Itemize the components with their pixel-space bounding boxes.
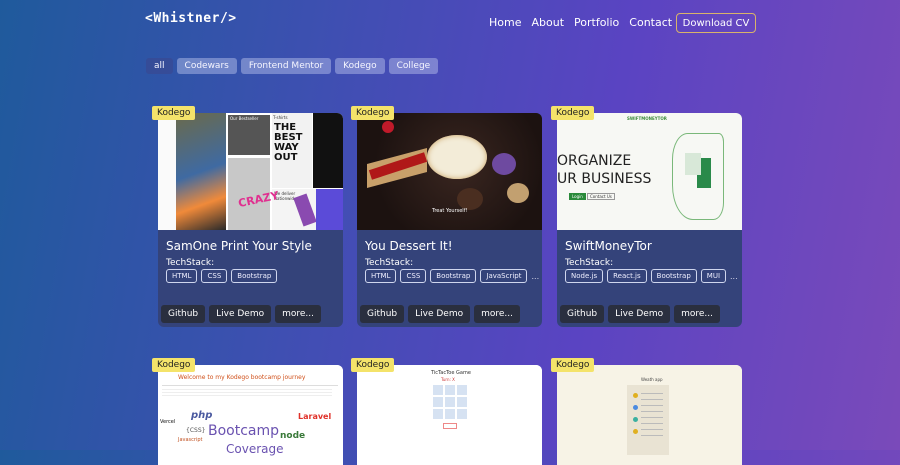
project-thumbnail[interactable]: TicTacToe Game Turn: X [357,365,542,465]
thumb-text: node [280,431,306,441]
thumb-text: Our Bestseller [230,116,259,121]
thumb-text: UR BUSINESS [557,171,652,187]
project-card-dessert: Kodego Treat Yourself! You Dessert It! T… [351,106,542,327]
project-card-samone: Kodego Our Bestseller T-shirts THE BEST … [152,106,343,327]
thumb-text: SWIFTMONEYTOR [627,116,667,121]
project-card-tictactoe: Kodego TicTacToe Game Turn: X [351,358,542,465]
more-chips-indicator: ... [730,271,738,281]
thumb-text: Treat Yourself! [432,208,468,214]
more-button[interactable]: more... [674,305,721,323]
card-actions: Github Live Demo more... [560,305,721,323]
thumb-text: php [191,410,213,421]
thumb-text: THE BEST WAY OUT [274,122,303,163]
techstack-label: TechStack: [166,258,215,268]
thumb-text: Contact Us [587,193,615,200]
tech-chip: Bootstrap [430,269,477,283]
github-button[interactable]: Github [560,305,605,323]
nav-about[interactable]: About [531,16,564,29]
site-logo[interactable]: <Whistner/> [145,11,237,26]
techstack-chips: HTML CSS Bootstrap [166,269,278,283]
thumb-text: TicTacToe Game [431,370,471,376]
download-cv-button[interactable]: Download CV [676,13,756,33]
thumb-text: ORGANIZE [557,153,632,169]
project-title: SamOne Print Your Style [166,239,312,253]
live-demo-button[interactable]: Live Demo [408,305,471,323]
techstack-label: TechStack: [365,258,414,268]
more-button[interactable]: more... [275,305,322,323]
nav-home[interactable]: Home [489,16,521,29]
tech-chip: React.js [607,269,647,283]
category-badge: Kodego [551,106,595,120]
filter-kodego[interactable]: Kodego [335,58,385,74]
filter-frontend-mentor[interactable]: Frontend Mentor [240,58,332,74]
filter-bar: all Codewars Frontend Mentor Kodego Coll… [146,58,439,74]
thumb-text: {CSS} [186,427,206,434]
thumb-text: Turn: X [441,377,455,382]
tech-chip: Bootstrap [650,269,697,283]
thumb-text: T-shirts [273,115,288,120]
more-chips-indicator: ... [531,271,540,281]
thumb-text: Bootcamp [208,423,280,439]
tech-chip: HTML [166,269,198,283]
project-thumbnail[interactable]: Welcome to my Kodego bootcamp journey ph… [158,365,343,465]
filter-college[interactable]: College [388,58,439,74]
thumb-text: Vercel [160,419,176,425]
tech-chip: CSS [201,269,228,283]
project-thumbnail[interactable]: Our Bestseller T-shirts THE BEST WAY OUT… [158,113,343,230]
category-badge: Kodego [152,358,196,372]
project-card-kodego-journey: Kodego Welcome to my Kodego bootcamp jou… [152,358,343,465]
thumb-text: Javascript [178,437,203,443]
thumb-text: Weath app [641,377,663,382]
thumb-text: Login [569,193,586,200]
tech-chip: Bootstrap [231,269,278,283]
card-actions: Github Live Demo more... [161,305,322,323]
github-button[interactable]: Github [161,305,206,323]
main-nav: Home About Portfolio Contact [489,16,672,29]
thumb-text: Welcome to my Kodego bootcamp journey [178,374,306,381]
tech-chip: CSS [400,269,427,283]
category-badge: Kodego [551,358,595,372]
nav-contact[interactable]: Contact [629,16,672,29]
project-card-swiftmoneytor: Kodego SWIFTMONEYTOR ORGANIZE UR BUSINES… [551,106,742,327]
thumb-text: Coverage [226,442,284,456]
nav-portfolio[interactable]: Portfolio [574,16,619,29]
github-button[interactable]: Github [360,305,405,323]
techstack-chips: Node.js React.js Bootstrap MUI ... [565,269,738,283]
thumb-text: Laravel [298,412,332,421]
tech-chip: MUI [700,269,727,283]
techstack-label: TechStack: [565,258,614,268]
project-title: You Dessert It! [365,239,453,253]
techstack-chips: HTML CSS Bootstrap JavaScript ... [365,269,539,283]
tech-chip: HTML [365,269,397,283]
live-demo-button[interactable]: Live Demo [209,305,272,323]
project-title: SwiftMoneyTor [565,239,652,253]
live-demo-button[interactable]: Live Demo [608,305,671,323]
tech-chip: Node.js [565,269,604,283]
project-thumbnail[interactable]: Weath app [557,365,742,465]
project-thumbnail[interactable]: Treat Yourself! [357,113,542,230]
project-card-weather: Kodego Weath app [551,358,742,465]
more-button[interactable]: more... [474,305,521,323]
filter-codewars[interactable]: Codewars [176,58,237,74]
tech-chip: JavaScript [480,269,528,283]
category-badge: Kodego [351,106,395,120]
category-badge: Kodego [351,358,395,372]
category-badge: Kodego [152,106,196,120]
filter-all[interactable]: all [146,58,173,74]
project-thumbnail[interactable]: SWIFTMONEYTOR ORGANIZE UR BUSINESS Login… [557,113,742,230]
card-actions: Github Live Demo more... [360,305,521,323]
